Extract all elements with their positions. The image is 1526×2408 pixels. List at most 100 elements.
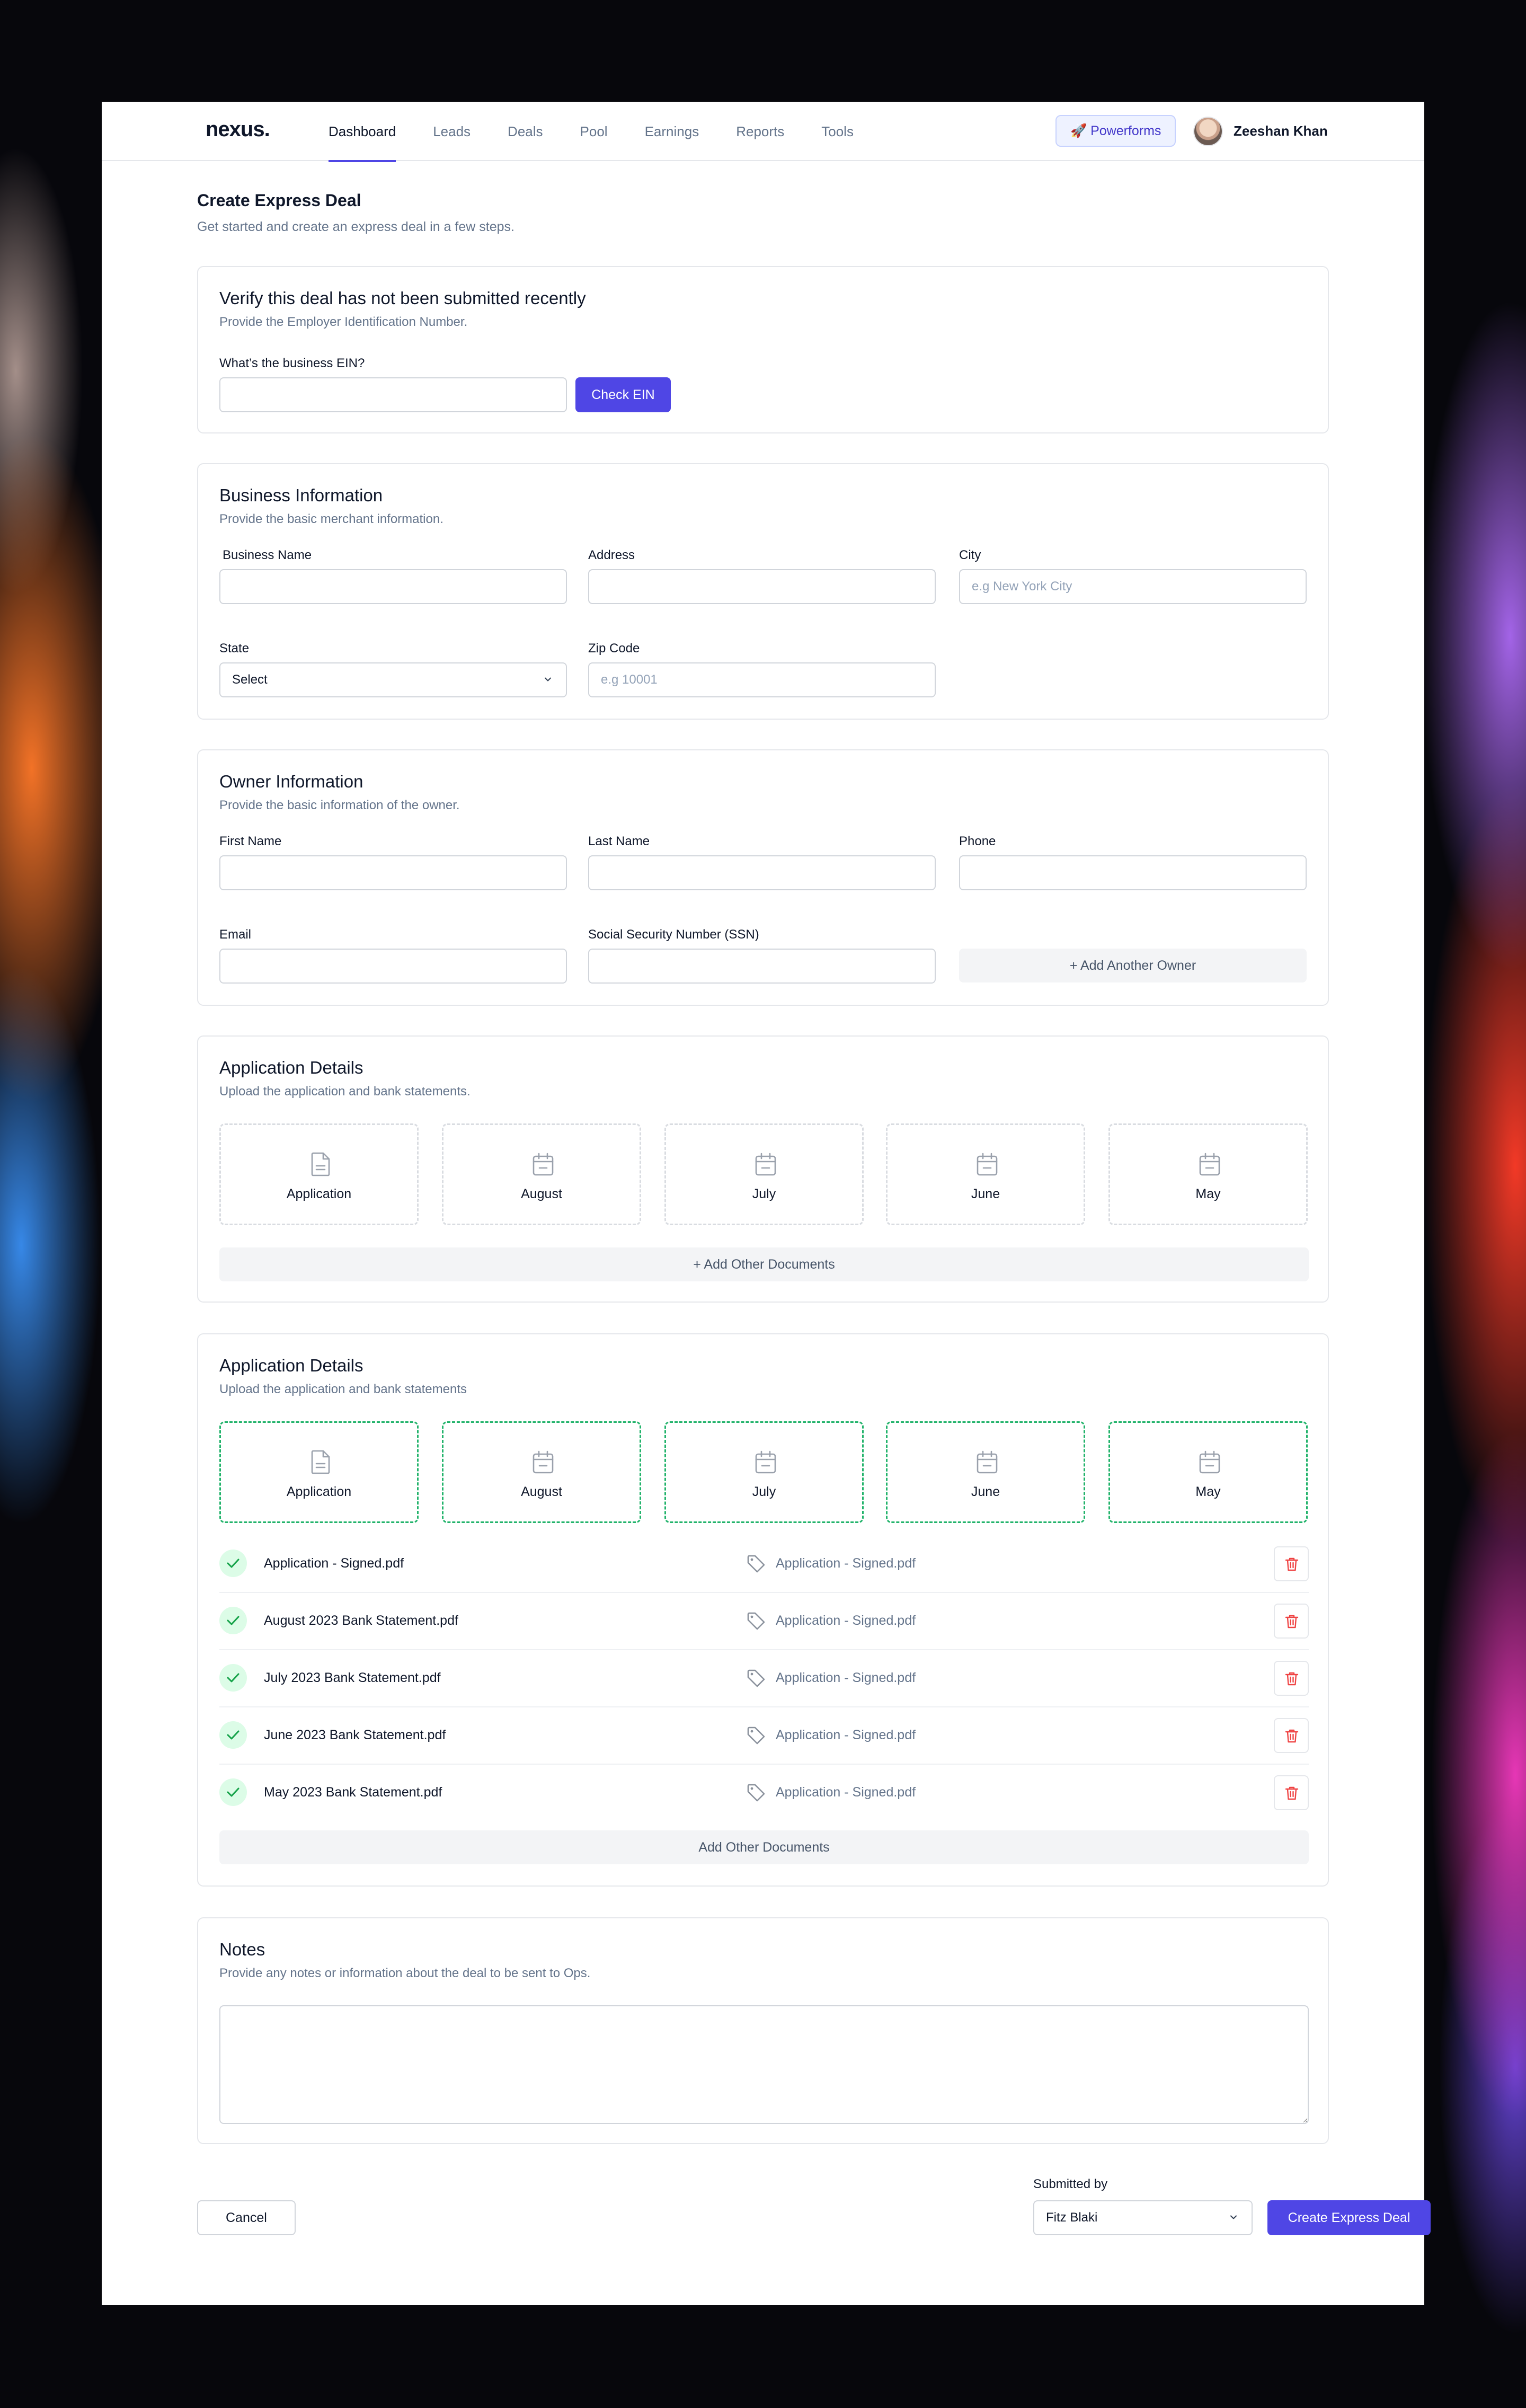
last-name-label: Last Name [588, 834, 650, 848]
ein-input[interactable] [219, 377, 567, 412]
nav-item-tools[interactable]: Tools [821, 102, 854, 161]
check-icon [227, 1730, 239, 1740]
check-icon [227, 1787, 239, 1797]
ein-label: What’s the business EIN? [219, 356, 365, 370]
cancel-button[interactable]: Cancel [197, 2200, 296, 2235]
upload-success-badge [219, 1664, 247, 1692]
submitted-by-label: Submitted by [1033, 2177, 1108, 2191]
nav-item-dashboard[interactable]: Dashboard [329, 102, 396, 162]
trash-icon [1285, 1615, 1299, 1628]
upload-tile-august[interactable]: August [442, 1123, 641, 1225]
add-other-documents-button[interactable]: Add Other Documents [219, 1830, 1309, 1864]
nav-item-reports[interactable]: Reports [736, 102, 784, 161]
upload-tile-may[interactable]: May [1108, 1421, 1308, 1523]
upload-tile-may[interactable]: May [1108, 1123, 1308, 1225]
address-input[interactable] [588, 569, 936, 604]
upload-tile-application[interactable]: Application [219, 1421, 419, 1523]
calendar-icon [533, 1153, 554, 1176]
document-icon [311, 1152, 330, 1176]
ssn-input[interactable] [588, 949, 936, 984]
phone-input[interactable] [959, 855, 1307, 890]
top-nav: nexus. Dashboard Leads Deals Pool Earnin… [102, 102, 1424, 162]
calendar-icon [977, 1153, 998, 1176]
user-name[interactable]: Zeeshan Khan [1234, 123, 1328, 139]
upload-tile-june[interactable]: June [886, 1123, 1085, 1225]
state-select[interactable]: Select [219, 662, 567, 697]
delete-file-button[interactable] [1274, 1661, 1309, 1696]
file-name: June 2023 Bank Statement.pdf [264, 1728, 446, 1742]
create-express-deal-button[interactable]: Create Express Deal [1267, 2200, 1431, 2235]
tag-icon[interactable] [746, 1725, 766, 1746]
avatar[interactable] [1193, 117, 1223, 146]
chevron-down-icon [1230, 2215, 1237, 2219]
file-tag[interactable]: Application - Signed.pdf [776, 1785, 916, 1800]
upload-success-badge [219, 1778, 247, 1806]
nav-item-deals[interactable]: Deals [508, 102, 543, 161]
first-name-label: First Name [219, 834, 282, 848]
upload-success-badge [219, 1721, 247, 1749]
logo[interactable]: nexus. [206, 118, 270, 141]
delete-file-button[interactable] [1274, 1546, 1309, 1581]
upload-success-badge [219, 1607, 247, 1634]
submitted-by-select[interactable]: Fitz Blaki [1033, 2200, 1253, 2235]
email-label: Email [219, 927, 252, 942]
verify-title: Verify this deal has not been submitted … [219, 288, 586, 308]
business-subtitle: Provide the basic merchant information. [219, 512, 443, 526]
email-input[interactable] [219, 949, 567, 984]
application-title: Application Details [219, 1058, 363, 1077]
upload-tile-july[interactable]: July [664, 1421, 864, 1523]
tag-icon[interactable] [746, 1611, 766, 1631]
tag-icon[interactable] [746, 1783, 766, 1803]
file-tag[interactable]: Application - Signed.pdf [776, 1556, 916, 1571]
nav-item-earnings[interactable]: Earnings [645, 102, 699, 161]
first-name-input[interactable] [219, 855, 567, 890]
state-label: State [219, 641, 250, 656]
trash-icon [1285, 1672, 1299, 1686]
nav-item-leads[interactable]: Leads [433, 102, 471, 161]
tile-label: August [521, 1187, 562, 1201]
file-tag[interactable]: Application - Signed.pdf [776, 1670, 916, 1686]
business-name-label: Business Name [223, 548, 312, 562]
trash-icon [1285, 1729, 1299, 1743]
city-input[interactable] [959, 569, 1307, 604]
calendar-icon [533, 1450, 554, 1474]
delete-file-button[interactable] [1274, 1718, 1309, 1753]
last-name-input[interactable] [588, 855, 936, 890]
notes-card: Notes Provide any notes or information a… [197, 1917, 1329, 2144]
file-tag[interactable]: Application - Signed.pdf [776, 1613, 916, 1628]
calendar-icon [1199, 1450, 1220, 1474]
tag-icon[interactable] [746, 1668, 766, 1688]
trash-icon [1285, 1786, 1299, 1800]
application-subtitle: Upload the application and bank statemen… [219, 1382, 467, 1396]
delete-file-button[interactable] [1274, 1775, 1309, 1810]
upload-tile-application[interactable]: Application [219, 1123, 419, 1225]
verify-ein-card: Verify this deal has not been submitted … [197, 266, 1329, 433]
powerforms-button[interactable]: 🚀 Powerforms [1055, 115, 1176, 147]
owner-info-card: Owner Information Provide the basic info… [197, 749, 1329, 1006]
address-label: Address [588, 548, 635, 562]
upload-tile-july[interactable]: July [664, 1123, 864, 1225]
zip-label: Zip Code [588, 641, 640, 656]
check-ein-button[interactable]: Check EIN [575, 377, 671, 412]
delete-file-button[interactable] [1274, 1604, 1309, 1639]
zip-input[interactable] [588, 662, 936, 697]
notes-textarea[interactable] [219, 2005, 1309, 2124]
submitted-by-value: Fitz Blaki [1046, 2210, 1098, 2225]
tile-label: August [521, 1484, 562, 1499]
add-other-documents-button[interactable]: + Add Other Documents [219, 1247, 1309, 1281]
upload-success-badge [219, 1550, 247, 1577]
tile-label: July [752, 1187, 776, 1201]
business-info-card: Business Information Provide the basic m… [197, 463, 1329, 720]
add-owner-button[interactable]: + Add Another Owner [959, 949, 1307, 982]
upload-tile-august[interactable]: August [442, 1421, 641, 1523]
business-name-input[interactable] [219, 569, 567, 604]
calendar-icon [755, 1153, 776, 1176]
ssn-label: Social Security Number (SSN) [588, 927, 759, 942]
app-window: nexus. Dashboard Leads Deals Pool Earnin… [102, 102, 1431, 2305]
file-tag[interactable]: Application - Signed.pdf [776, 1728, 916, 1743]
file-row: May 2023 Bank Statement.pdf Application … [219, 1765, 1309, 1822]
tag-icon[interactable] [746, 1554, 766, 1574]
upload-tile-june[interactable]: June [886, 1421, 1085, 1523]
notes-subtitle: Provide any notes or information about t… [219, 1966, 591, 1980]
nav-item-pool[interactable]: Pool [580, 102, 608, 161]
